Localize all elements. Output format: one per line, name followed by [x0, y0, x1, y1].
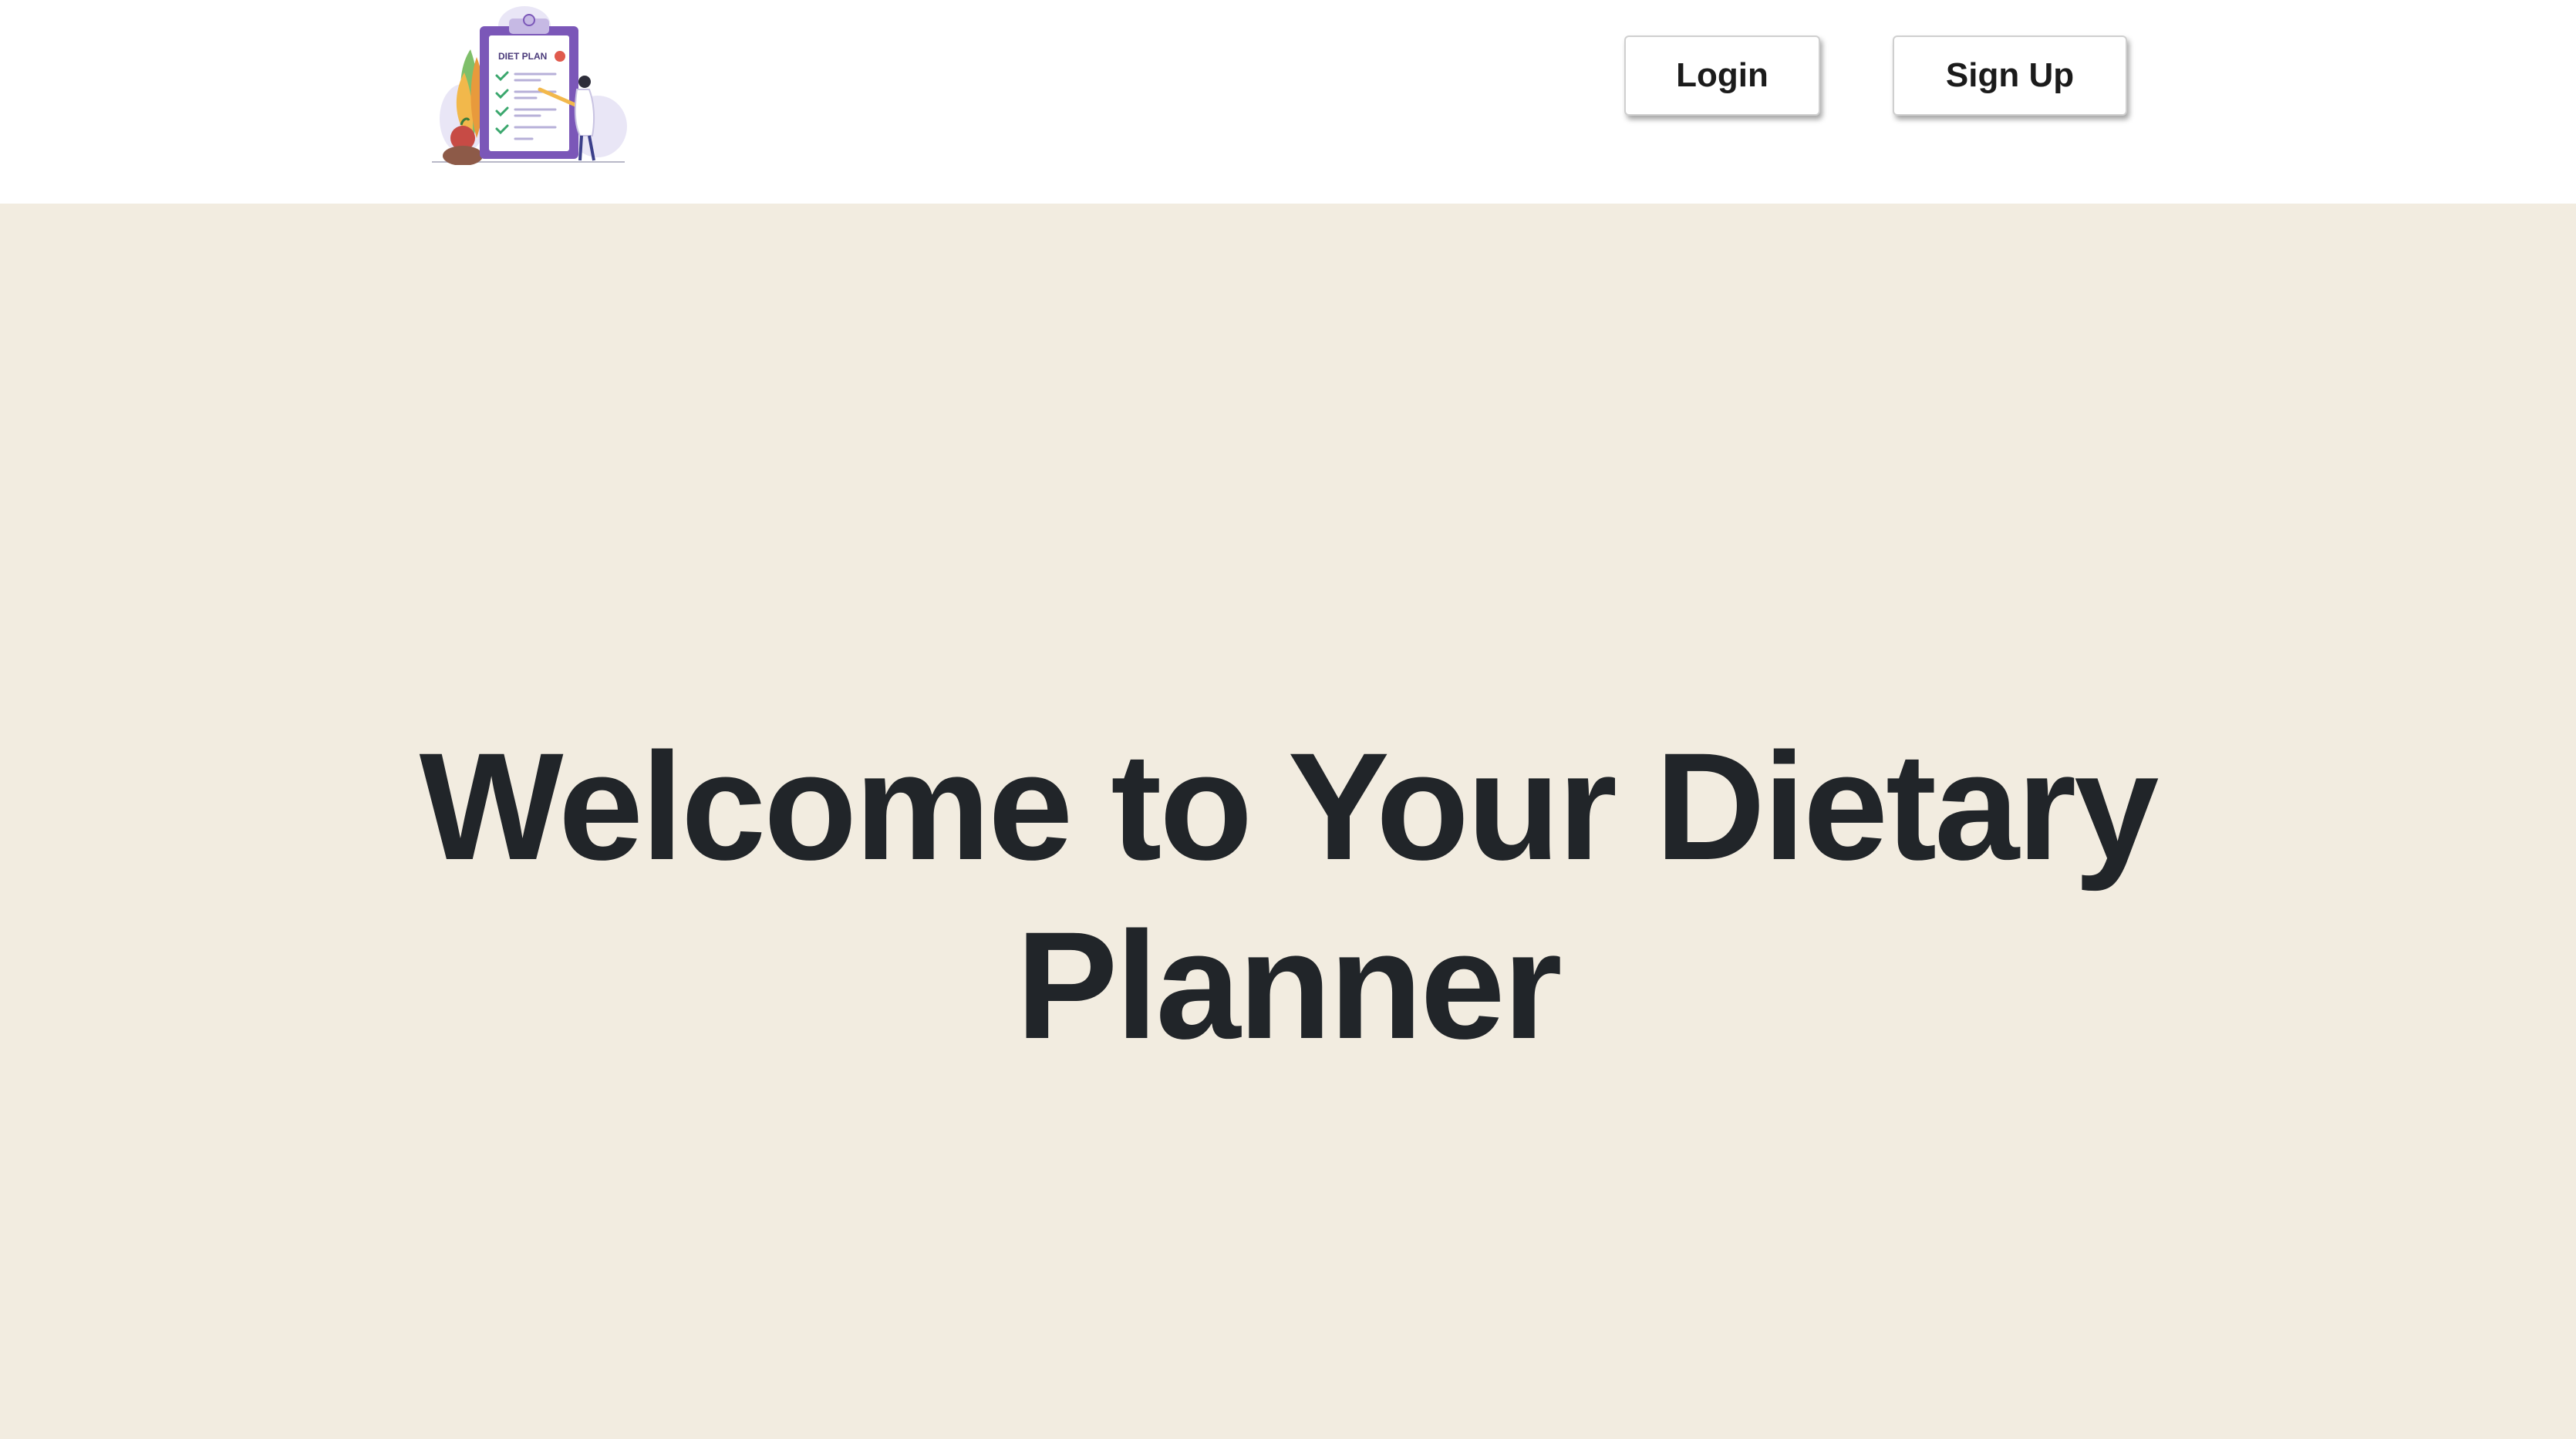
diet-plan-clipboard-icon: DIET PLAN [432, 6, 627, 165]
hero-title: Welcome to Your Dietary Planner [419, 721, 2160, 1070]
navbar: DIET PLAN Login Sign Up [0, 0, 2576, 204]
signup-button[interactable]: Sign Up [1893, 35, 2127, 116]
svg-text:DIET PLAN: DIET PLAN [498, 51, 547, 62]
diet-plan-logo[interactable]: DIET PLAN [432, 3, 632, 165]
login-button[interactable]: Login [1624, 35, 1820, 116]
